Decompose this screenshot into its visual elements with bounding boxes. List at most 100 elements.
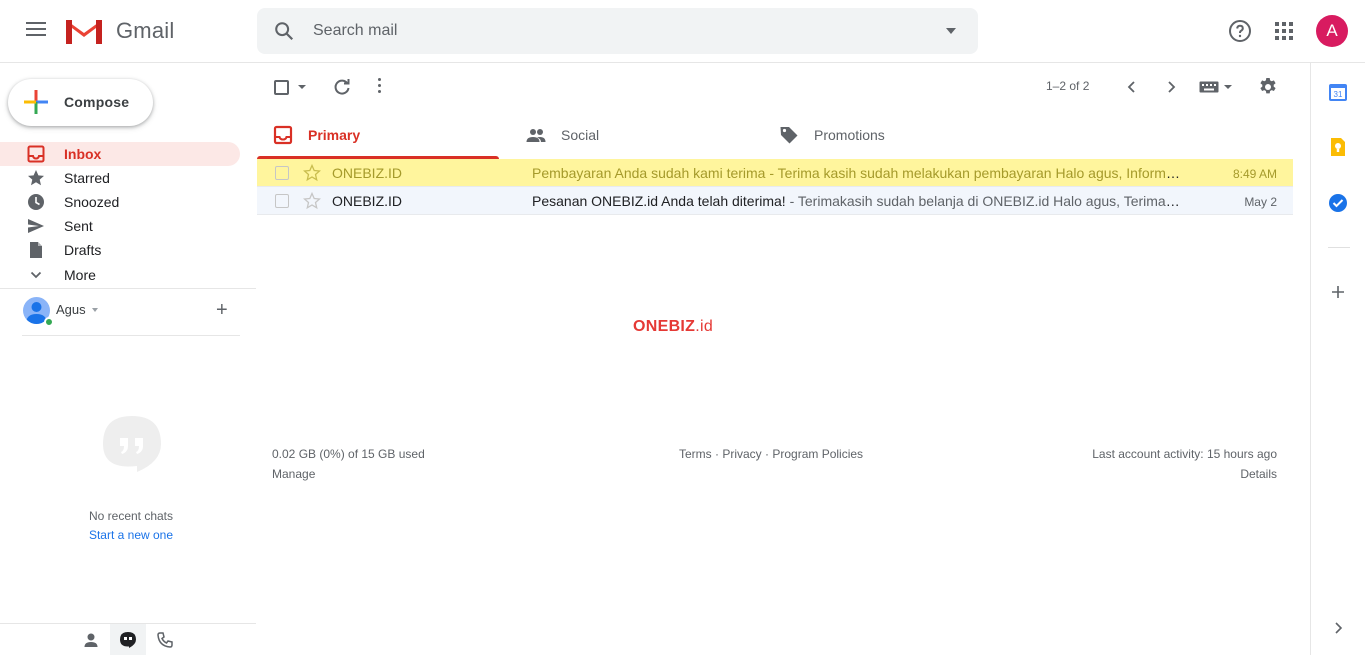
chevron-right-icon[interactable] [1328, 618, 1348, 638]
email-checkbox[interactable] [275, 194, 289, 208]
tab-primary[interactable]: Primary [257, 111, 499, 159]
sidebar-item-more[interactable]: More [0, 263, 240, 287]
tab-promotions[interactable]: Promotions [763, 111, 1005, 159]
search-options-icon[interactable] [946, 28, 956, 34]
program-policies-link[interactable]: Program Policies [772, 447, 863, 461]
select-all-checkbox[interactable] [274, 80, 289, 95]
inbox-icon [273, 125, 293, 145]
email-subject: Pesanan ONEBIZ.id Anda telah diterima! [532, 193, 786, 209]
side-panel: 31 [1310, 63, 1365, 655]
search-input[interactable] [313, 20, 913, 42]
people-icon [526, 129, 546, 142]
online-status-icon [44, 317, 54, 327]
hangouts-quote-icon [103, 416, 161, 472]
gmail-logo[interactable] [64, 16, 104, 46]
email-list: ONEBIZ.ID Pembayaran Anda sudah kami ter… [257, 159, 1293, 215]
draft-icon [30, 242, 42, 258]
category-tabs: Primary Social Promotions [257, 111, 1293, 159]
star-icon [28, 170, 44, 186]
sidebar-item-starred[interactable]: Starred [0, 166, 240, 190]
storage-usage: 0.02 GB (0%) of 15 GB used [272, 447, 425, 461]
apps-grid-icon[interactable] [1275, 22, 1293, 40]
help-icon[interactable] [1228, 19, 1252, 43]
new-chat-plus-icon[interactable]: + [216, 300, 228, 320]
start-new-chat-link[interactable]: Start a new one [0, 528, 262, 542]
account-avatar[interactable]: A [1316, 15, 1348, 47]
sidebar-item-label: Drafts [64, 242, 102, 258]
email-row[interactable]: ONEBIZ.ID Pembayaran Anda sudah kami ter… [257, 159, 1293, 187]
pagination-text: 1–2 of 2 [1046, 79, 1090, 93]
sidebar-item-sent[interactable]: Sent [0, 214, 240, 238]
sidebar-nav: Inbox Starred Snoozed Sent Drafts More [0, 142, 256, 287]
keyboard-icon[interactable] [1199, 81, 1219, 93]
privacy-link[interactable]: Privacy [722, 447, 761, 461]
sidebar-item-inbox[interactable]: Inbox [0, 142, 240, 166]
sidebar-item-snoozed[interactable]: Snoozed [0, 190, 240, 214]
email-date: May 2 [1244, 195, 1277, 209]
hangouts-user-name: Agus [56, 302, 86, 317]
email-subject-line: Pembayaran Anda sudah kami terima - Teri… [532, 165, 1182, 181]
sidebar-item-label: Snoozed [64, 194, 120, 210]
sidebar-item-label: Sent [64, 218, 93, 234]
hangouts-tab-bar [0, 623, 256, 655]
app-name[interactable]: Gmail [116, 18, 174, 44]
top-bar: Gmail A [0, 0, 1365, 63]
gear-icon[interactable] [1258, 77, 1278, 97]
keep-icon[interactable] [1328, 137, 1348, 157]
compose-label: Compose [64, 94, 130, 110]
search-icon[interactable] [273, 20, 295, 42]
tab-label: Primary [308, 127, 361, 143]
chevron-down-icon [30, 271, 42, 279]
contacts-tab[interactable] [73, 624, 109, 655]
tasks-icon[interactable] [1328, 193, 1348, 213]
last-activity-text: Last account activity: 15 hours ago [1092, 447, 1277, 461]
phone-tab[interactable] [147, 624, 183, 655]
watermark-logo: ONEBIZ.id [633, 318, 713, 336]
no-chats-text: No recent chats [88, 509, 174, 523]
footer-separator: · [761, 447, 773, 461]
star-outline-icon[interactable] [303, 192, 321, 210]
hangouts-divider [22, 335, 240, 336]
email-subject-line: Pesanan ONEBIZ.id Anda telah diterima! -… [532, 193, 1182, 209]
footer-separator: · [711, 447, 723, 461]
sidebar-item-label: Starred [64, 170, 110, 186]
hangouts-user[interactable]: Agus + [22, 296, 252, 327]
email-snippet: - Terimakasih sudah belanja di ONEBIZ.id… [785, 193, 1182, 209]
tab-social[interactable]: Social [510, 111, 752, 159]
input-tools-dropdown-icon[interactable] [1224, 85, 1232, 89]
email-checkbox[interactable] [275, 166, 289, 180]
add-addon-icon[interactable] [1328, 282, 1348, 302]
terms-link[interactable]: Terms [679, 447, 712, 461]
chevron-left-icon[interactable] [1123, 78, 1141, 96]
compose-button[interactable]: Compose [8, 79, 153, 126]
select-dropdown-icon[interactable] [298, 85, 306, 89]
user-status-dropdown-icon[interactable] [92, 308, 98, 312]
email-sender: ONEBIZ.ID [332, 193, 403, 209]
watermark-suffix: .id [695, 318, 714, 335]
manage-storage-link[interactable]: Manage [272, 464, 425, 484]
sidebar-divider [0, 288, 256, 289]
sidebar-item-label: More [64, 267, 96, 283]
clock-icon [28, 194, 44, 210]
activity-details-link[interactable]: Details [1092, 464, 1277, 484]
mail-toolbar: 1–2 of 2 [257, 63, 1293, 111]
hangouts-tab[interactable] [110, 624, 146, 655]
account-activity: Last account activity: 15 hours ago Deta… [1092, 444, 1277, 484]
more-options-icon[interactable] [378, 78, 382, 94]
email-sender: ONEBIZ.ID [332, 165, 403, 181]
tab-label: Promotions [814, 127, 885, 143]
chevron-right-icon[interactable] [1162, 78, 1180, 96]
sidebar-item-drafts[interactable]: Drafts [0, 238, 240, 262]
sidebar-item-label: Inbox [64, 146, 102, 162]
phone-icon [157, 632, 173, 648]
main-menu-icon[interactable] [22, 18, 50, 46]
search-bar[interactable] [257, 8, 978, 54]
refresh-icon[interactable] [332, 77, 352, 97]
calendar-icon[interactable]: 31 [1328, 82, 1348, 102]
svg-text:31: 31 [1334, 90, 1343, 99]
email-row[interactable]: ONEBIZ.ID Pesanan ONEBIZ.id Anda telah d… [257, 187, 1293, 215]
star-outline-icon[interactable] [303, 164, 321, 182]
person-icon [84, 633, 98, 647]
send-icon [28, 219, 44, 233]
storage-info: 0.02 GB (0%) of 15 GB used Manage [272, 444, 425, 484]
